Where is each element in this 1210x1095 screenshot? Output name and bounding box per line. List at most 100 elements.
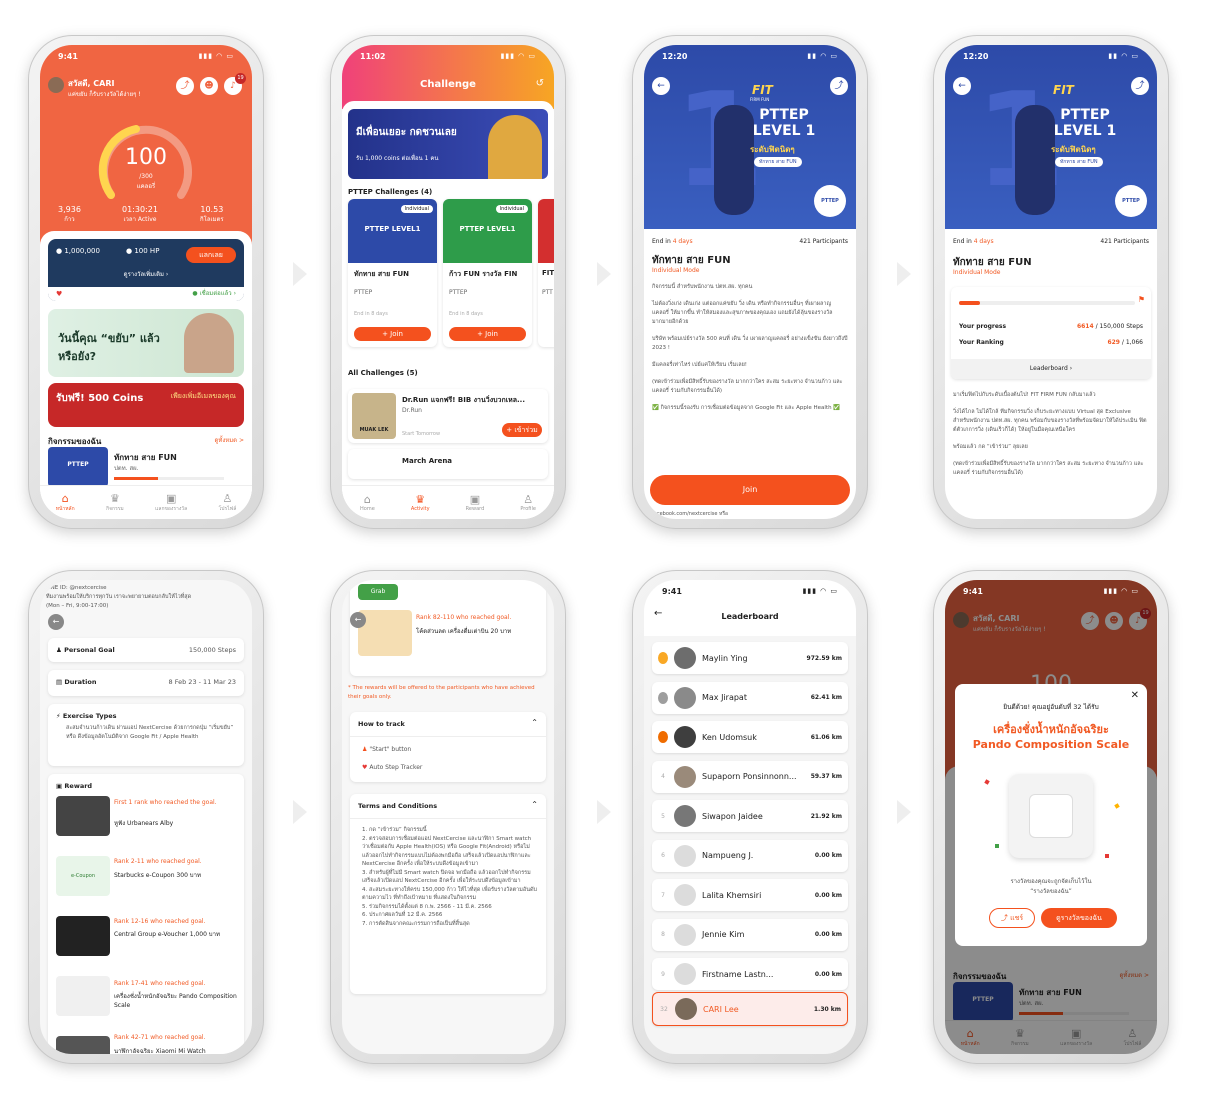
exercise-label: ⚡ Exercise Types [56,712,117,720]
detail-screen: 1 FIT FIRM FUN PTTEP LEVEL 1 ระดับฟิตนิด… [644,45,856,519]
player-name: Lalita Khemsiri [702,890,762,900]
reward-image-central [56,916,110,956]
phone-terms: Grab Rank 82-110 who reached goal. โค้ดส… [330,570,566,1064]
user-icon: ♙ [222,491,233,505]
rank-number: 4 [661,773,665,780]
invite-banner[interactable]: มีเพื่อนเยอะ กดชวนเลย รับ 1,000 coins ต่… [348,109,548,179]
challenge-card-2[interactable]: PTTEP LEVEL1 Individual ก้าว FUN รางวัล … [443,199,532,347]
medal-icon [658,691,668,704]
running-icon: ♟ [362,746,368,753]
leaderboard-row[interactable]: 4 Supaporn Ponsinnonn... 59.37 km [652,760,848,793]
reward-link[interactable]: ดูรางวัลเพิ่มเติม › [48,269,244,279]
active-label: เวลา Active [123,216,157,223]
player-name: Maylin Ying [702,653,748,663]
active-stat: 01:30:21 เวลา Active [122,205,158,224]
flow-arrow [293,800,307,824]
challenge-title: ทักทาย สาย FUN [354,270,410,278]
chevron-up-icon[interactable]: ⌃ [531,800,538,809]
fit-logo: FIT [1053,83,1074,97]
reward-rank: Rank 82-110 who reached goal. [416,614,512,621]
nav-reward[interactable]: ▣ แลกของรางวัล [155,492,187,513]
avatar [674,726,696,748]
challenge-hero: 1 FIT PTTEP LEVEL 1 ระดับฟิตนิดๆ ทักทาย … [945,45,1157,229]
gift-icon: ▣ [469,492,481,506]
home-icon: ⌂ [363,492,371,506]
leaderboard-row[interactable]: 8 Jennie Kim 0.00 km [652,918,848,951]
phone-leaderboard: 9:41 ▮▮▮ ◠ ▭ ← Leaderboard Maylin Ying 972… [632,570,868,1064]
share-icon[interactable]: ⤴ [1131,77,1149,95]
leaderboard-row[interactable]: Max Jirapat 62.41 km [652,681,848,714]
reward-prize: นาฬิกาอัจฉริยะ Xiaomi Mi Watch [114,1048,206,1054]
share-icon[interactable]: ⤴ [176,77,194,95]
terms-list: 1. กด “เข้าร่วม” กิจกรรมนี้ 2. ตรวจสอบการ… [362,827,538,927]
redeem-button[interactable]: แลกเลย [186,247,236,263]
leaderboard-button[interactable]: Leaderboard › [951,359,1151,379]
promo-banner-coins[interactable]: รับฟรี! 500 Coins เพียงเพิ่มอีเมลของคุณ [48,383,244,427]
history-icon[interactable]: ↺ [536,78,544,89]
player-name: Firstname Lastn... [702,969,774,979]
leaderboard-row[interactable]: Ken Udomsuk 61.06 km [652,721,848,753]
chevron-up-icon[interactable]: ⌃ [531,718,538,727]
share-button[interactable]: ⤴ แชร์ [989,908,1035,928]
join-button[interactable]: + Join [449,327,526,341]
close-icon[interactable]: ✕ [1131,690,1139,701]
nav-reward[interactable]: ▣ Reward [466,492,485,512]
leaderboard-row[interactable]: 9 Firstname Lastn... 0.00 km [652,958,848,990]
status-time: 9:41 [58,51,78,61]
challenge-card-3[interactable]: FIT PTT [538,199,554,347]
contact-link[interactable]: facebook.com/nextcercise หรือ [652,510,728,518]
back-icon[interactable]: ← [953,77,971,95]
pttep-logo: PTTEP [814,185,846,217]
nav-activity[interactable]: ♛ Activity [411,493,430,512]
view-my-reward-button[interactable]: ดูรางวัลของฉัน [1041,908,1117,928]
challenge-list-item[interactable]: MUAK LEK Dr.Run แจกฟรี! BIB งานวิ่งบวกเห… [348,389,548,443]
see-all-link[interactable]: ดูทั้งหมด > [214,435,244,445]
exercise-desc: สะสมจำนวนก้าวเดิน ผ่านแอป NextCercise ด้… [66,725,234,740]
bottom-nav: ⌂ Home ♛ Activity ▣ Reward ♙ Profile [342,485,554,519]
modal-note-2: “รางวัลของฉัน” [1030,888,1072,895]
challenge-card-1[interactable]: PTTEP LEVEL1 Individual ทักทาย สาย FUN P… [348,199,437,347]
reward-list: ▣ Reward First 1 rank who reached the go… [48,774,244,1054]
avatar [674,963,696,985]
leaderboard-row[interactable]: 7 Lalita Khemsiri 0.00 km [652,879,848,911]
challenge-list-item[interactable]: March Arena [348,449,548,479]
avatar [674,805,696,827]
nav-profile[interactable]: ♙ Profile [520,493,536,512]
rewards-screen: LINE ID: @nextcercise ทีมงานพร้อมให้บริกา… [40,580,252,1054]
back-icon[interactable]: ← [350,612,366,628]
kcal-unit: แคลอรี่ [136,183,156,190]
level-thai: ระดับฟิตนิดๆ [750,145,795,154]
flow-arrow [597,262,611,286]
join-button[interactable]: + เข้าร่วม [502,423,542,437]
friends-icon[interactable]: ☻ [200,77,218,95]
nav-home[interactable]: ⌂ Home [360,492,375,512]
challenge-pill: ทักทาย สาย FUN [754,157,802,167]
leaderboard-row[interactable]: Maylin Ying 972.59 km [652,642,848,674]
my-rank-row[interactable]: 32 CARI Lee 1.30 km [652,992,848,1026]
leaderboard-row[interactable]: 6 Nampueng J. 0.00 km [652,839,848,872]
coins-balance: ● 1,000,000 [56,247,100,255]
end-in: End in 4 days [652,238,693,245]
challenge-list-title: March Arena [402,457,453,465]
avatar[interactable] [48,77,64,93]
back-icon[interactable]: ← [48,614,64,630]
reward-image-watch [56,1036,110,1054]
activity-item[interactable]: PTTEP ทักทาย สาย FUN ปตท. สผ. [48,447,244,487]
nav-activity[interactable]: ♛ กิจกรรม [106,492,124,513]
modal-rank-text: ยินดีด้วย! คุณอยู่อันดับที่ 32 ได้รับ [1003,703,1099,711]
join-button[interactable]: Join [650,475,850,505]
challenge-title: FIT [542,269,554,277]
nav-home[interactable]: ⌂ หน้าหลัก [56,492,75,513]
promo-banner-move[interactable]: วันนี้คุณ “ขยับ” แล้วหรือยัง? [48,309,244,377]
reward-rank: Rank 42-71 who reached goal. [114,1034,206,1041]
level-title: PTTEP LEVEL 1 [1053,107,1117,139]
modal-prize-title-2: Pando Composition Scale [972,738,1130,751]
nav-profile[interactable]: ♙ โปรไฟล์ [219,491,237,513]
player-name: Nampueng J. [702,851,754,860]
back-icon[interactable]: ← [652,77,670,95]
join-button[interactable]: + Join [354,327,431,341]
challenge-hero: 1 FIT FIRM FUN PTTEP LEVEL 1 ระดับฟิตนิด… [644,45,856,229]
share-icon[interactable]: ⤴ [830,77,848,95]
how-to-track: How to track ⌃ ♟ "Start" button ♥ Auto S… [350,712,546,782]
leaderboard-row[interactable]: 5 Siwapon Jaidee 21.92 km [652,800,848,832]
